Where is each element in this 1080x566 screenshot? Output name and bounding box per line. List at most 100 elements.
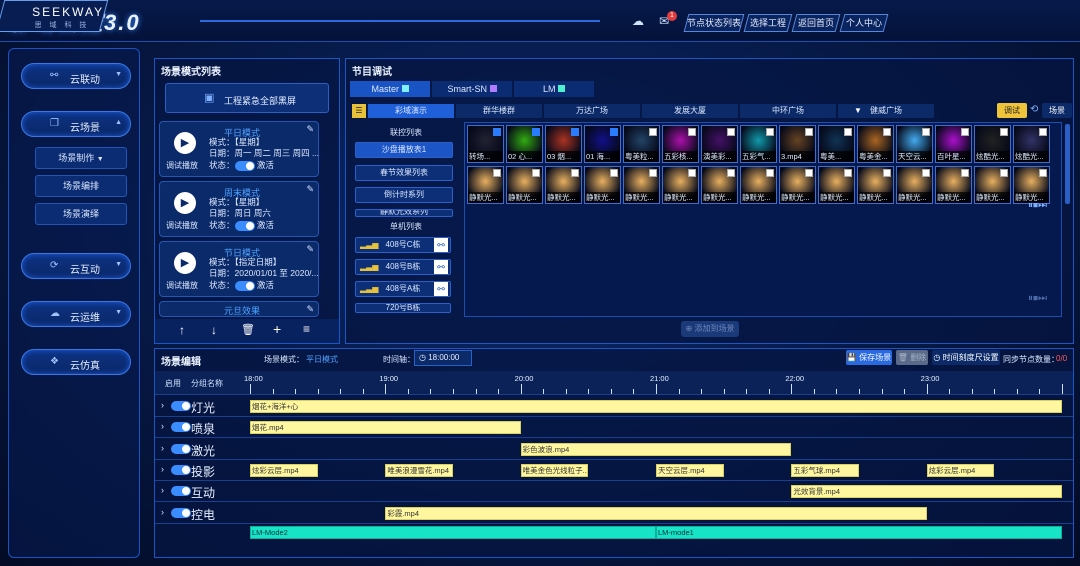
media-thumbnail[interactable]: 天空云... (896, 125, 933, 163)
debug-button[interactable]: 调试 (997, 103, 1027, 118)
checkbox[interactable] (766, 169, 774, 177)
scene-card-weekday[interactable]: ▶ 调试播放 平日模式 ✎ 模式：【星期】 日期：周一 周二 周三 周四 ...… (159, 121, 319, 177)
checkbox[interactable] (493, 128, 501, 136)
media-thumbnail[interactable]: 五彩核... (662, 125, 699, 163)
checkbox[interactable] (571, 169, 579, 177)
save-scene-button[interactable]: 💾 保存场景 (846, 350, 892, 365)
timeline-clip[interactable]: 炫彩云层.mp4 (926, 463, 995, 477)
arrow-up-icon[interactable]: ↑ (179, 323, 185, 337)
single-item[interactable]: 720号B栋 (355, 303, 451, 313)
timeline-clip[interactable]: 烟花.mp4 (250, 421, 521, 435)
checkbox[interactable] (688, 128, 696, 136)
chevron-right-icon[interactable]: › (161, 507, 164, 517)
media-thumbnail[interactable]: 静默光... (935, 166, 972, 204)
scrollbar[interactable] (1065, 124, 1070, 204)
checkbox[interactable] (766, 128, 774, 136)
track-toggle[interactable] (171, 486, 191, 497)
single-item[interactable]: ▂▃▅ 408号A栋 ⚯ (355, 281, 451, 297)
cloud-icon[interactable]: ☁ (632, 14, 644, 28)
media-thumbnail[interactable]: 静默光... (818, 166, 855, 204)
chevron-right-icon[interactable]: › (161, 421, 164, 431)
checkbox[interactable] (1000, 169, 1008, 177)
play-icon[interactable]: ▶ (174, 192, 196, 214)
location-tab[interactable]: 中环广场 (740, 104, 836, 118)
linked-item[interactable]: 春节效果列表 (355, 165, 453, 181)
media-thumbnail[interactable]: 3.mp4 (779, 125, 816, 163)
location-tab[interactable]: 彩域演示 (368, 104, 454, 118)
edit-icon[interactable]: ✎ (306, 124, 314, 135)
home-button[interactable]: 返回首页 (791, 14, 841, 32)
sub-scene-make[interactable]: 场景制作 ▼ (35, 147, 127, 169)
media-thumbnail[interactable]: 转场... (467, 125, 504, 163)
checkbox[interactable] (688, 169, 696, 177)
chevron-right-icon[interactable]: › (161, 443, 164, 453)
delete-button[interactable]: 🗑 删除 (896, 350, 928, 365)
tab-lm[interactable]: LM (514, 81, 594, 97)
checkbox[interactable] (805, 169, 813, 177)
checkbox[interactable] (1039, 169, 1047, 177)
linked-item[interactable]: 沙盘播放表1 (355, 142, 453, 158)
media-thumbnail[interactable]: 炫酷光... (1013, 125, 1050, 163)
media-thumbnail[interactable]: 百叶星... (935, 125, 972, 163)
sub-scene-arrange[interactable]: 场景编排 (35, 175, 127, 197)
location-tab[interactable]: 群华楼群 (456, 104, 542, 118)
sub-scene-perform[interactable]: 场景演绎 (35, 203, 127, 225)
media-thumbnail[interactable]: 02 心... (506, 125, 543, 163)
checkbox[interactable] (961, 169, 969, 177)
linked-item[interactable]: 静默光效系列 (355, 209, 453, 217)
media-thumbnail[interactable]: 静默光... (779, 166, 816, 204)
media-thumbnail[interactable]: 五彩气... (740, 125, 777, 163)
timeline-clip[interactable]: 五彩气球.mp4 (791, 463, 859, 477)
active-toggle[interactable] (234, 220, 255, 231)
media-thumbnail[interactable]: 演美彩... (701, 125, 738, 163)
media-thumbnail[interactable]: 静默光... (623, 166, 660, 204)
track-toggle[interactable] (171, 443, 191, 454)
tab-master[interactable]: Master (350, 81, 430, 97)
active-toggle[interactable] (234, 160, 255, 171)
chevron-down-icon[interactable]: ▼ (854, 106, 862, 115)
chevron-right-icon[interactable]: › (161, 485, 164, 495)
timeline-clip[interactable]: 光效背景.mp4 (791, 485, 1062, 499)
checkbox[interactable] (844, 128, 852, 136)
tab-smart-sn[interactable]: Smart-SN (432, 81, 512, 97)
checkbox[interactable] (532, 169, 540, 177)
track-toggle[interactable] (171, 422, 191, 433)
chevron-right-icon[interactable]: › (161, 464, 164, 474)
media-thumbnail[interactable]: 静默光... (1013, 166, 1050, 204)
timeline-clip[interactable]: 炫彩云层.mp4 (250, 463, 318, 477)
active-toggle[interactable] (234, 280, 255, 291)
timeline-clip[interactable]: 彩色波浪.mp4 (520, 442, 792, 456)
scene-button[interactable]: 场景 (1042, 103, 1072, 118)
media-thumbnail[interactable]: 粤美... (818, 125, 855, 163)
checkbox[interactable] (805, 128, 813, 136)
time-axis-input[interactable]: ◷ 18:00:00 (414, 350, 472, 366)
media-thumbnail[interactable]: 静默光... (467, 166, 504, 204)
play-icon[interactable]: ▶ (174, 132, 196, 154)
nav-cloud-interact[interactable]: ⟳ 云互动 ▼ (21, 253, 131, 279)
checkbox[interactable] (610, 169, 618, 177)
media-thumbnail[interactable]: 静默光... (584, 166, 621, 204)
arrow-down-icon[interactable]: ↓ (211, 323, 217, 337)
nav-cloud-sim[interactable]: ❖ 云仿真 (21, 349, 131, 375)
media-thumbnail[interactable]: 静默光... (857, 166, 894, 204)
media-thumbnail[interactable]: 静默光... (740, 166, 777, 204)
add-to-scene-button[interactable]: ⊕ 添加到场景 (681, 321, 739, 337)
refresh-icon[interactable]: ⟲ (1030, 104, 1038, 115)
checkbox[interactable] (610, 128, 618, 136)
single-item[interactable]: ▂▃▅ 408号C栋 ⚯ (355, 237, 451, 253)
location-tab[interactable]: 发展大厦 (642, 104, 738, 118)
scale-settings-button[interactable]: ◷ 时间刻度尺设置 (932, 350, 1000, 365)
media-thumbnail[interactable]: 静默光... (701, 166, 738, 204)
lm-clip[interactable]: LM-mode1 (656, 526, 1062, 539)
play-icon[interactable]: ▶ (174, 252, 196, 274)
edit-icon[interactable]: ✎ (306, 184, 314, 195)
scene-card-newyear[interactable]: 元旦效果 ✎ (159, 301, 319, 317)
nav-cloud-ops[interactable]: ☁ 云运维 ▼ (21, 301, 131, 327)
scene-card-holiday[interactable]: ▶ 调试播放 节日模式 ✎ 模式：【指定日期】 日期：2020/01/01 至 … (159, 241, 319, 297)
timeline-clip[interactable]: 唯美浪漫雪花.mp4 (385, 463, 453, 477)
edit-icon[interactable]: ✎ (306, 304, 314, 315)
location-tab[interactable]: 万达广场 (544, 104, 640, 118)
checkbox[interactable] (883, 169, 891, 177)
media-thumbnail[interactable]: 炫酷光... (974, 125, 1011, 163)
timeline-clip[interactable]: 唯美金色光线粒子... (520, 463, 589, 477)
